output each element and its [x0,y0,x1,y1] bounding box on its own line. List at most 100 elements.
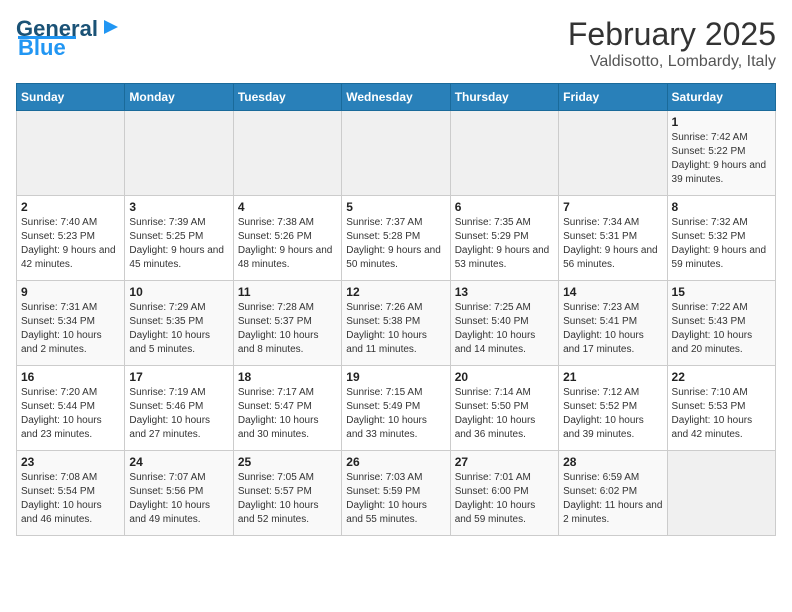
calendar-week-row: 23 Sunrise: 7:08 AM Sunset: 5:54 PM Dayli… [17,451,776,536]
day-info: Sunrise: 7:31 AM Sunset: 5:34 PM Dayligh… [21,301,120,357]
day-info: Sunrise: 7:03 AM Sunset: 5:59 PM Dayligh… [346,471,445,527]
day-info: Sunrise: 7:23 AM Sunset: 5:41 PM Dayligh… [563,301,662,357]
calendar-cell: 14 Sunrise: 7:23 AM Sunset: 5:41 PM Dayli… [559,281,667,366]
day-number: 11 [238,285,337,299]
calendar-cell: 12Sunrise: 7:26 AM Sunset: 5:38 PM Dayli… [342,281,450,366]
day-number: 14 [563,285,662,299]
calendar-week-row: 2 Sunrise: 7:40 AM Sunset: 5:23 PM Daylig… [17,196,776,281]
calendar-cell: 10 Sunrise: 7:29 AM Sunset: 5:35 PM Dayli… [125,281,233,366]
calendar-week-row: 9 Sunrise: 7:31 AM Sunset: 5:34 PM Daylig… [17,281,776,366]
col-friday: Friday [559,84,667,111]
day-number: 8 [672,200,771,214]
day-info: Sunrise: 7:42 AM Sunset: 5:22 PM Dayligh… [672,131,771,187]
calendar-cell: 18 Sunrise: 7:17 AM Sunset: 5:47 PM Dayli… [233,366,341,451]
day-number: 6 [455,200,554,214]
day-number: 4 [238,200,337,214]
calendar-cell: 23 Sunrise: 7:08 AM Sunset: 5:54 PM Dayli… [17,451,125,536]
calendar-cell: 20 Sunrise: 7:14 AM Sunset: 5:50 PM Dayli… [450,366,558,451]
day-info: Sunrise: 7:15 AM Sunset: 5:49 PM Dayligh… [346,386,445,442]
day-number: 26 [346,455,445,469]
calendar-cell: 13 Sunrise: 7:25 AM Sunset: 5:40 PM Dayli… [450,281,558,366]
day-info: Sunrise: 7:25 AM Sunset: 5:40 PM Dayligh… [455,301,554,357]
day-info: Sunrise: 7:34 AM Sunset: 5:31 PM Dayligh… [563,216,662,272]
calendar-cell: 7 Sunrise: 7:34 AM Sunset: 5:31 PM Daylig… [559,196,667,281]
calendar-cell: 21 Sunrise: 7:12 AM Sunset: 5:52 PM Dayli… [559,366,667,451]
logo: General Blue [16,16,122,61]
page-subtitle: Valdisotto, Lombardy, Italy [568,53,776,71]
day-info: Sunrise: 7:08 AM Sunset: 5:54 PM Dayligh… [21,471,120,527]
calendar-header-row: Sunday Monday Tuesday Wednesday Thursday… [17,84,776,111]
calendar-cell [125,111,233,196]
day-number: 5 [346,200,445,214]
day-number: 27 [455,455,554,469]
day-number: 15 [672,285,771,299]
day-info: Sunrise: 7:17 AM Sunset: 5:47 PM Dayligh… [238,386,337,442]
calendar-cell: 22 Sunrise: 7:10 AM Sunset: 5:53 PM Dayli… [667,366,775,451]
calendar-week-row: 16 Sunrise: 7:20 AM Sunset: 5:44 PM Dayli… [17,366,776,451]
col-wednesday: Wednesday [342,84,450,111]
calendar-cell: 9 Sunrise: 7:31 AM Sunset: 5:34 PM Daylig… [17,281,125,366]
day-number: 9 [21,285,120,299]
calendar-cell: 4 Sunrise: 7:38 AM Sunset: 5:26 PM Daylig… [233,196,341,281]
day-info: Sunrise: 7:12 AM Sunset: 5:52 PM Dayligh… [563,386,662,442]
day-number: 13 [455,285,554,299]
day-info: Sunrise: 7:10 AM Sunset: 5:53 PM Dayligh… [672,386,771,442]
page-title: February 2025 [568,16,776,53]
day-info: Sunrise: 7:26 AM Sunset: 5:38 PM Dayligh… [346,301,445,357]
calendar-cell: 3Sunrise: 7:39 AM Sunset: 5:25 PM Daylig… [125,196,233,281]
calendar-cell [233,111,341,196]
calendar-cell: 2 Sunrise: 7:40 AM Sunset: 5:23 PM Daylig… [17,196,125,281]
day-info: Sunrise: 7:19 AM Sunset: 5:46 PM Dayligh… [129,386,228,442]
day-info: Sunrise: 7:14 AM Sunset: 5:50 PM Dayligh… [455,386,554,442]
calendar-cell [17,111,125,196]
calendar-week-row: 1 Sunrise: 7:42 AM Sunset: 5:22 PM Daylig… [17,111,776,196]
day-number: 20 [455,370,554,384]
calendar-cell: 11Sunrise: 7:28 AM Sunset: 5:37 PM Dayli… [233,281,341,366]
calendar-cell: 15 Sunrise: 7:22 AM Sunset: 5:43 PM Dayli… [667,281,775,366]
col-tuesday: Tuesday [233,84,341,111]
calendar-table: Sunday Monday Tuesday Wednesday Thursday… [16,83,776,536]
calendar-cell [667,451,775,536]
calendar-cell: 8 Sunrise: 7:32 AM Sunset: 5:32 PM Daylig… [667,196,775,281]
logo-blue: Blue [18,35,66,61]
logo-arrow-icon [100,16,122,38]
day-info: Sunrise: 7:07 AM Sunset: 5:56 PM Dayligh… [129,471,228,527]
calendar-cell: 25Sunrise: 7:05 AM Sunset: 5:57 PM Dayli… [233,451,341,536]
calendar-cell: 16 Sunrise: 7:20 AM Sunset: 5:44 PM Dayli… [17,366,125,451]
day-number: 1 [672,115,771,129]
day-info: Sunrise: 7:29 AM Sunset: 5:35 PM Dayligh… [129,301,228,357]
day-number: 7 [563,200,662,214]
day-number: 21 [563,370,662,384]
calendar-cell: 28 Sunrise: 6:59 AM Sunset: 6:02 PM Dayli… [559,451,667,536]
day-info: Sunrise: 7:39 AM Sunset: 5:25 PM Dayligh… [129,216,228,272]
calendar-body: 1 Sunrise: 7:42 AM Sunset: 5:22 PM Daylig… [17,111,776,536]
day-number: 2 [21,200,120,214]
day-info: Sunrise: 7:22 AM Sunset: 5:43 PM Dayligh… [672,301,771,357]
day-number: 10 [129,285,228,299]
page-header: General Blue February 2025 Valdisotto, L… [16,16,776,71]
title-block: February 2025 Valdisotto, Lombardy, Ital… [568,16,776,71]
day-info: Sunrise: 7:40 AM Sunset: 5:23 PM Dayligh… [21,216,120,272]
day-number: 28 [563,455,662,469]
day-number: 18 [238,370,337,384]
calendar-cell [559,111,667,196]
calendar-cell: 19 Sunrise: 7:15 AM Sunset: 5:49 PM Dayli… [342,366,450,451]
day-number: 16 [21,370,120,384]
calendar-cell: 17Sunrise: 7:19 AM Sunset: 5:46 PM Dayli… [125,366,233,451]
calendar-cell: 24Sunrise: 7:07 AM Sunset: 5:56 PM Dayli… [125,451,233,536]
day-number: 23 [21,455,120,469]
day-info: Sunrise: 7:37 AM Sunset: 5:28 PM Dayligh… [346,216,445,272]
calendar-cell: 27 Sunrise: 7:01 AM Sunset: 6:00 PM Dayli… [450,451,558,536]
day-number: 22 [672,370,771,384]
day-info: Sunrise: 7:20 AM Sunset: 5:44 PM Dayligh… [21,386,120,442]
day-info: Sunrise: 7:32 AM Sunset: 5:32 PM Dayligh… [672,216,771,272]
col-sunday: Sunday [17,84,125,111]
calendar-cell: 5 Sunrise: 7:37 AM Sunset: 5:28 PM Daylig… [342,196,450,281]
day-info: Sunrise: 7:38 AM Sunset: 5:26 PM Dayligh… [238,216,337,272]
col-thursday: Thursday [450,84,558,111]
calendar-cell: 26 Sunrise: 7:03 AM Sunset: 5:59 PM Dayli… [342,451,450,536]
day-info: Sunrise: 7:01 AM Sunset: 6:00 PM Dayligh… [455,471,554,527]
calendar-cell: 6Sunrise: 7:35 AM Sunset: 5:29 PM Daylig… [450,196,558,281]
day-number: 19 [346,370,445,384]
day-info: Sunrise: 6:59 AM Sunset: 6:02 PM Dayligh… [563,471,662,527]
